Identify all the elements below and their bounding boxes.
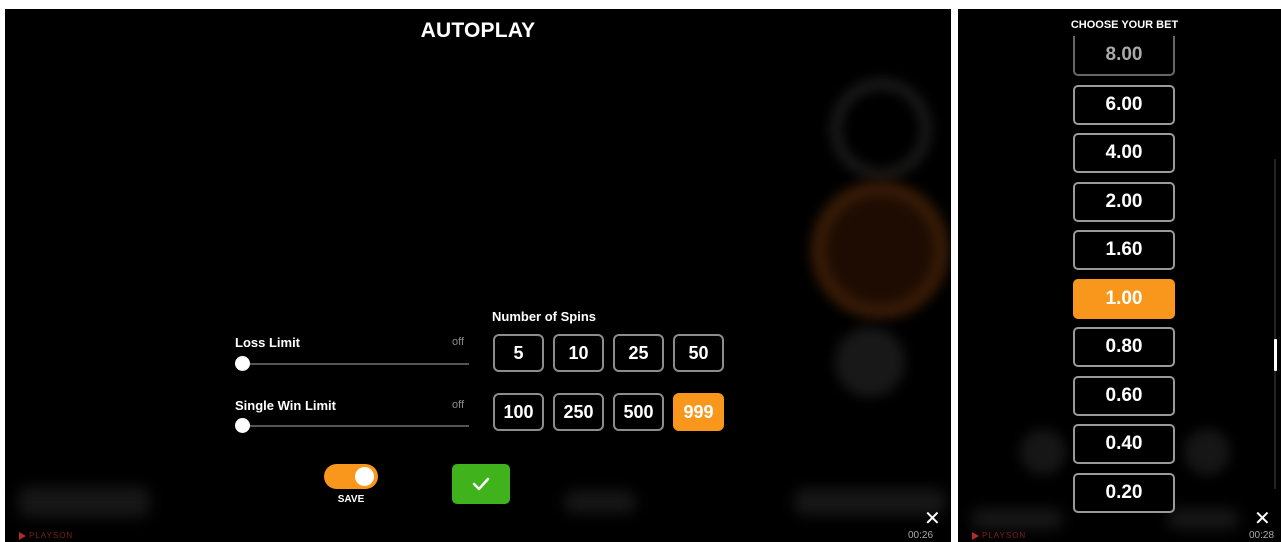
playson-logo: PLAYSON [19, 531, 73, 540]
loss-limit-value: off [452, 336, 465, 348]
spins-option-100[interactable]: 100 [493, 393, 544, 431]
playson-logo: PLAYSON [972, 531, 1026, 540]
single-win-limit-label: Single Win Limit [235, 398, 336, 413]
spins-option-999[interactable]: 999 [673, 393, 724, 431]
blurred-background-button [1184, 429, 1230, 475]
loss-limit-label: Loss Limit [235, 335, 301, 350]
close-icon[interactable]: ✕ [1254, 509, 1271, 529]
blurred-background-button [835, 327, 905, 397]
single-win-limit-slider-track[interactable] [235, 425, 469, 427]
spins-option-50[interactable]: 50 [673, 334, 724, 372]
confirm-button[interactable] [452, 464, 510, 504]
bet-option-0.80[interactable]: 0.80 [1073, 327, 1175, 367]
playson-logo-icon [19, 531, 26, 540]
bet-option-4.00[interactable]: 4.00 [1073, 133, 1175, 173]
autoplay-title: AUTOPLAY [420, 19, 536, 42]
blurred-background-spin-button [811, 181, 949, 319]
timer: 00:28 [1249, 530, 1275, 541]
blurred-background-button [831, 79, 931, 179]
spins-option-5[interactable]: 5 [493, 334, 544, 372]
bet-option-6.00[interactable]: 6.00 [1073, 84, 1175, 125]
toggle-knob [355, 467, 374, 486]
checkmark-icon [472, 477, 490, 491]
bet-option-0.20[interactable]: 0.20 [1073, 472, 1175, 513]
number-of-spins-label: Number of Spins [492, 309, 597, 324]
bet-option-0.40[interactable]: 0.40 [1073, 424, 1175, 464]
bet-option-0.60[interactable]: 0.60 [1073, 375, 1175, 416]
blurred-background-bar [19, 487, 149, 517]
bet-option-1.60[interactable]: 1.60 [1073, 230, 1175, 270]
close-icon[interactable]: ✕ [924, 509, 941, 529]
spins-option-10[interactable]: 10 [553, 334, 604, 372]
single-win-limit-value: off [452, 399, 465, 411]
scrollbar-thumb[interactable] [1274, 339, 1277, 371]
blurred-background-bar [565, 491, 635, 513]
timer: 00:26 [908, 530, 934, 541]
loss-limit-slider-track[interactable] [235, 363, 469, 365]
playson-logo-icon [972, 531, 979, 540]
blurred-background-button [1020, 429, 1066, 475]
scrollbar-track[interactable] [1274, 159, 1276, 489]
save-toggle[interactable] [324, 464, 378, 489]
brand-name: PLAYSON [982, 531, 1027, 540]
spins-option-500[interactable]: 500 [613, 393, 664, 431]
bet-option-1.00[interactable]: 1.00 [1073, 278, 1175, 319]
single-win-limit-slider-thumb[interactable] [235, 418, 250, 433]
autoplay-panel: AUTOPLAY Loss Limit off Single Win Limit… [5, 9, 951, 542]
spins-option-25[interactable]: 25 [613, 334, 664, 372]
bet-option-2.00[interactable]: 2.00 [1073, 181, 1175, 222]
save-label: SAVE [337, 494, 365, 505]
loss-limit-slider-thumb[interactable] [235, 356, 250, 371]
blurred-background-bar [795, 489, 945, 515]
spins-option-250[interactable]: 250 [553, 393, 604, 431]
bet-panel: CHOOSE YOUR BET 8.00 6.00 4.00 2.00 1.60 1.00… [958, 9, 1281, 542]
choose-bet-title: CHOOSE YOUR BET [1070, 19, 1179, 31]
brand-name: PLAYSON [29, 531, 74, 540]
bet-option-8.00[interactable]: 8.00 [1073, 36, 1175, 76]
blurred-background-bar [972, 509, 1062, 529]
blurred-background-bar [1168, 509, 1238, 529]
